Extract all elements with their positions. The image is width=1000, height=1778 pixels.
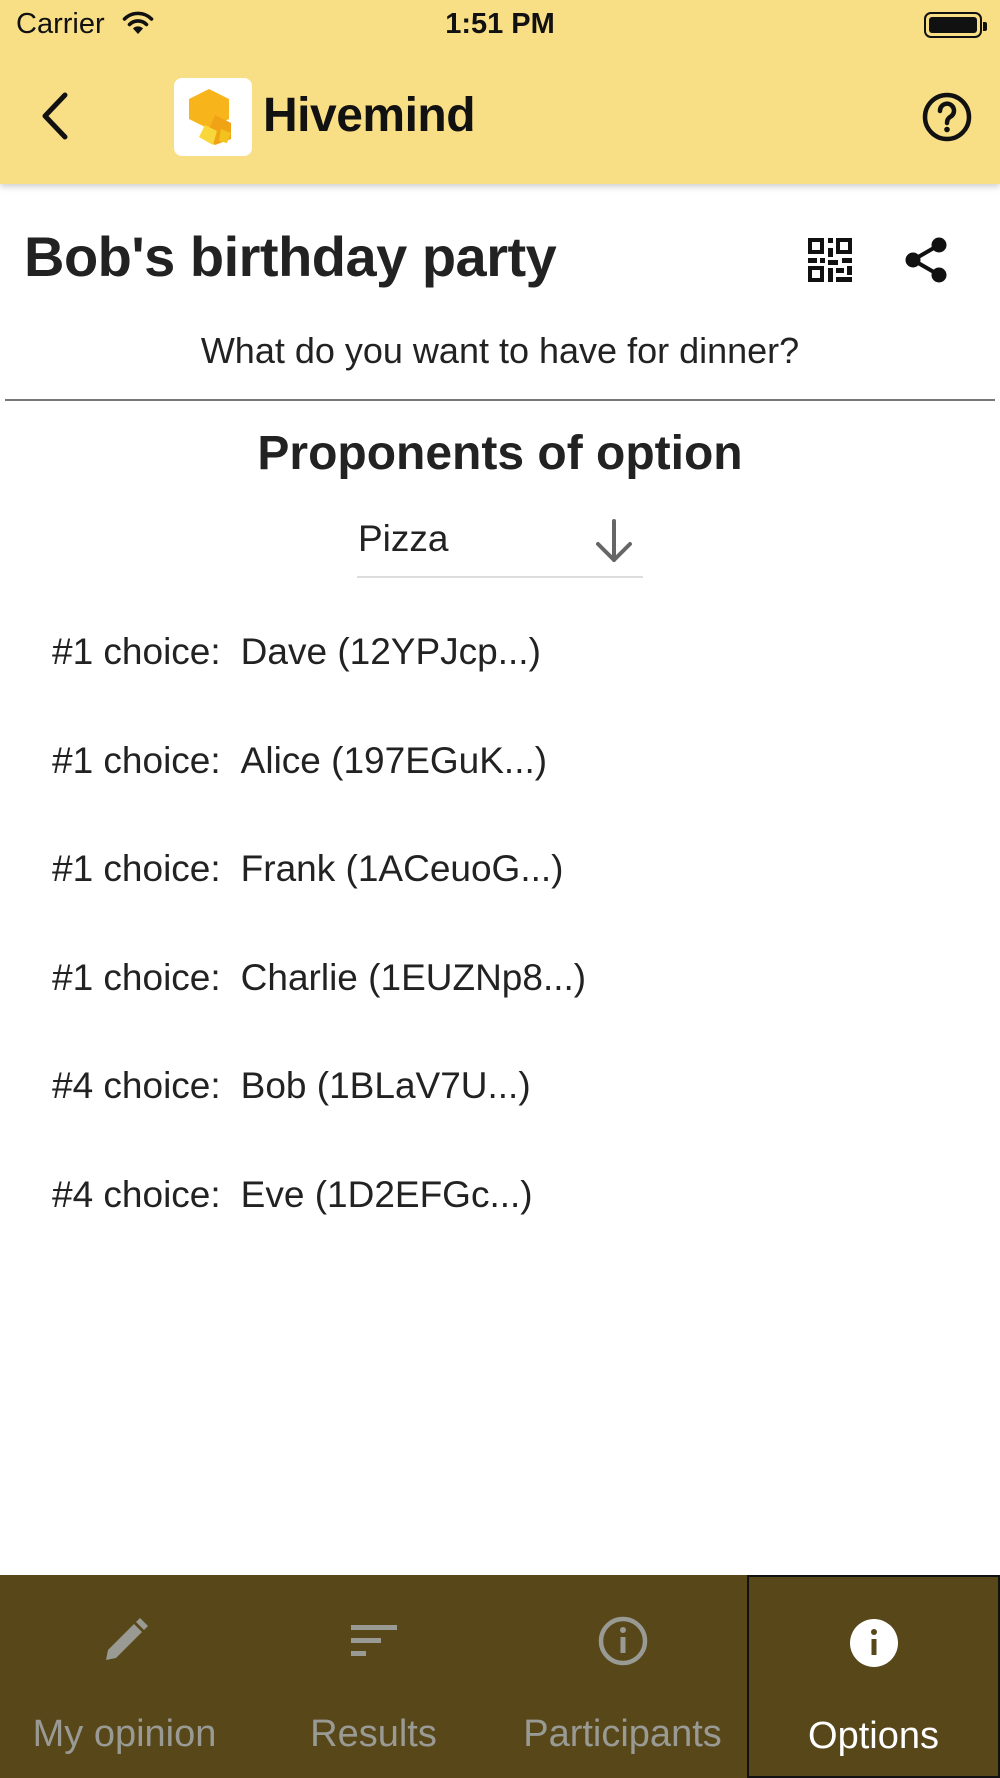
arrow-down-icon — [591, 516, 637, 571]
list-item: #1 choice: Charlie (1EUZNp8...) — [52, 924, 952, 1033]
back-arrow-icon — [42, 92, 68, 140]
tab-label: Results — [310, 1713, 437, 1755]
choice-rank: #1 choice: — [52, 739, 221, 781]
participant-name: Charlie (1EUZNp8...) — [240, 956, 587, 998]
choice-rank: #1 choice: — [52, 956, 221, 998]
qr-code-button[interactable] — [800, 230, 860, 290]
list-item: #1 choice: Dave (12YPJcp...) — [52, 598, 952, 707]
participant-name: Dave (12YPJcp...) — [240, 631, 541, 673]
choice-rank: #4 choice: — [52, 1065, 221, 1107]
app-bar: Hivemind — [0, 50, 1000, 184]
back-button[interactable] — [20, 76, 90, 156]
divider — [5, 399, 995, 401]
choice-rank: #4 choice: — [52, 1173, 221, 1215]
tab-label: Options — [808, 1715, 939, 1757]
option-dropdown[interactable]: Pizza — [357, 510, 643, 578]
tab-label: Participants — [523, 1713, 722, 1755]
battery-icon — [924, 12, 987, 38]
poll-question: What do you want to have for dinner? — [200, 330, 800, 371]
list-item: #1 choice: Frank (1ACeuoG...) — [52, 815, 952, 924]
tab-participants[interactable]: Participants — [498, 1575, 747, 1778]
pencil-icon — [0, 1611, 249, 1671]
participant-name: Bob (1BLaV7U...) — [240, 1065, 531, 1107]
poll-header: Bob's birthday party — [0, 184, 1000, 324]
participant-name: Eve (1D2EFGc...) — [240, 1173, 533, 1215]
participant-name: Frank (1ACeuoG...) — [240, 848, 564, 890]
bottom-navigation: My opinion Results Participants Options — [0, 1575, 1000, 1778]
tab-my-opinion[interactable]: My opinion — [0, 1575, 249, 1778]
share-icon — [905, 237, 947, 283]
hivemind-logo-icon — [174, 78, 252, 156]
choice-rank: #1 choice: — [52, 848, 221, 890]
choice-rank: #1 choice: — [52, 631, 221, 673]
list-item: #4 choice: Eve (1D2EFGc...) — [52, 1141, 952, 1250]
tab-label: My opinion — [32, 1713, 217, 1755]
participant-name: Alice (197EGuK...) — [240, 739, 548, 781]
sort-lines-icon — [249, 1611, 498, 1671]
status-time: 1:51 PM — [445, 8, 555, 40]
dropdown-selected-value: Pizza — [358, 518, 449, 559]
top-bar: Carrier 1:51 PM Hivemind — [0, 0, 1000, 184]
app-title: Hivemind — [263, 89, 476, 142]
qr-code-icon — [808, 238, 852, 282]
info-filled-icon — [749, 1613, 998, 1673]
tab-results[interactable]: Results — [249, 1575, 498, 1778]
list-item: #1 choice: Alice (197EGuK...) — [52, 707, 952, 816]
status-bar: Carrier 1:51 PM — [0, 0, 1000, 50]
section-title: Proponents of option — [257, 427, 743, 480]
share-button[interactable] — [896, 230, 956, 290]
page-title: Bob's birthday party — [24, 225, 557, 288]
list-item: #4 choice: Bob (1BLaV7U...) — [52, 1032, 952, 1141]
tab-options[interactable]: Options — [747, 1575, 1000, 1778]
help-button[interactable] — [914, 84, 980, 150]
info-outline-icon — [498, 1611, 747, 1671]
proponents-list: #1 choice: Dave (12YPJcp...) #1 choice: … — [52, 598, 952, 1249]
help-icon — [922, 92, 972, 142]
